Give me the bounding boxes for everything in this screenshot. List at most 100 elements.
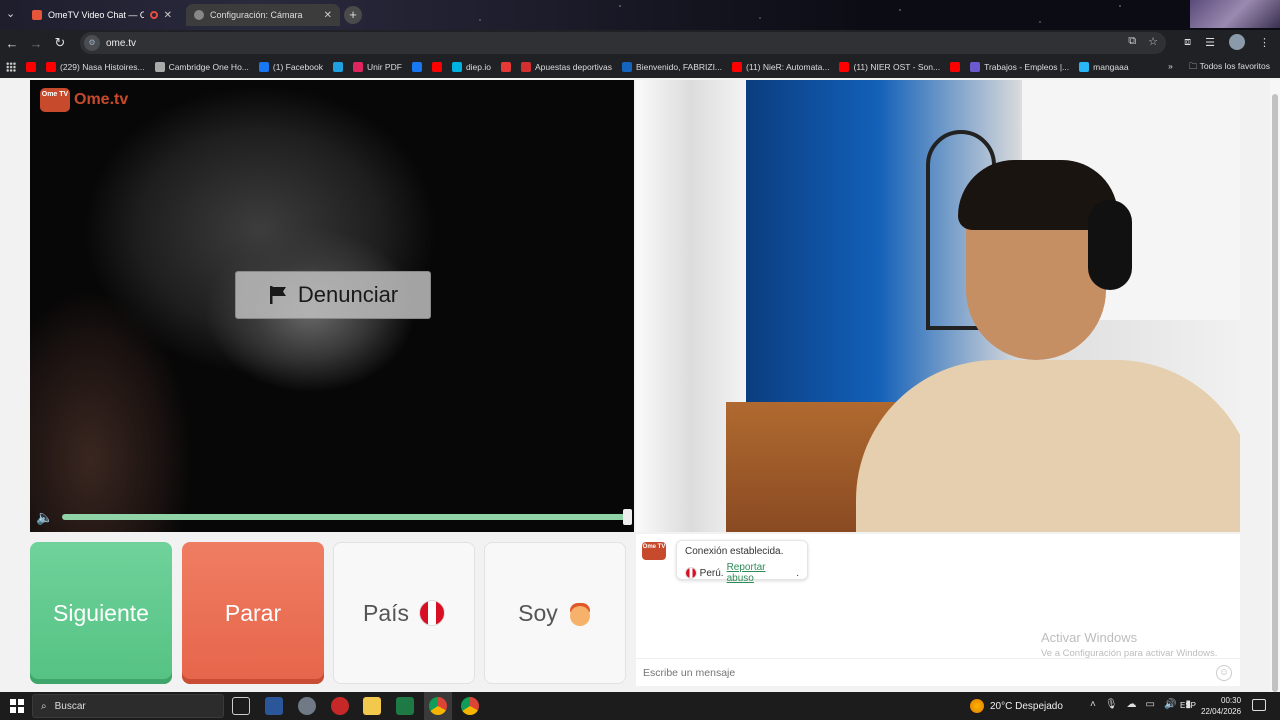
tab-title: Configuración: Cámara xyxy=(210,10,303,20)
chrome-profile-icon[interactable] xyxy=(461,697,479,715)
next-button[interactable]: Siguiente xyxy=(30,542,172,684)
bookmark-star-icon[interactable]: ☆ xyxy=(1148,35,1158,48)
scrollbar-thumb[interactable] xyxy=(1272,94,1278,692)
gender-select-button[interactable]: Soy xyxy=(484,542,626,684)
excel-icon[interactable] xyxy=(396,697,414,715)
youtube-icon xyxy=(26,62,36,72)
url-text[interactable]: ome.tv xyxy=(106,38,136,49)
partner-country: Perú. xyxy=(699,567,724,579)
stop-button[interactable]: Parar xyxy=(182,542,324,684)
back-arrow-icon[interactable]: ← xyxy=(0,36,24,51)
heart-icon xyxy=(352,62,363,72)
bookmark-item[interactable]: Bienvenido, FABRIZI... xyxy=(622,62,722,72)
bookmark-item[interactable]: (11) NieR: Automata... xyxy=(732,62,829,72)
youtube-icon xyxy=(431,62,442,72)
forward-arrow-icon[interactable]: → xyxy=(24,36,48,51)
new-tab-button[interactable]: + xyxy=(344,6,362,24)
tab-title: OmeTV Video Chat — Ome xyxy=(48,10,144,20)
message-input[interactable] xyxy=(636,658,1240,686)
all-favorites-label: Todos los favoritos xyxy=(1199,61,1270,71)
speaker-icon[interactable]: 🔈 xyxy=(36,509,54,526)
system-tray: ˄ 🎙 ☁ ▭ 🔊 ▮ xyxy=(1090,699,1191,710)
bookmark-item[interactable]: Cambridge One Ho... xyxy=(154,62,249,72)
ometv-favicon-icon xyxy=(32,10,42,20)
all-favorites-folder[interactable]: 🗀 Todos los favoritos xyxy=(1189,61,1270,75)
reading-list-icon[interactable]: ☰ xyxy=(1205,36,1215,49)
word-icon[interactable] xyxy=(265,697,283,715)
browser-toolbar: ← → ↻ ⚙ ome.tv ⧉ ☆ ⧈ ☰ ⋮ xyxy=(0,30,1280,56)
ometv-logo[interactable]: Ome TV Ome.tv xyxy=(40,88,128,112)
profile-avatar[interactable] xyxy=(1229,34,1245,50)
settings-favicon-icon xyxy=(194,10,204,20)
tab-ometv[interactable]: OmeTV Video Chat — Ome ✕ xyxy=(24,4,180,26)
tab-camera-settings[interactable]: Configuración: Cámara ✕ xyxy=(186,4,340,26)
taskbar-clock[interactable]: 00:30 22/04/2026 xyxy=(1201,695,1241,717)
bookmark-item[interactable]: diep.io xyxy=(451,62,491,72)
bookmark-item[interactable]: (1) Facebook xyxy=(258,62,323,72)
menu-kebab-icon[interactable]: ⋮ xyxy=(1259,36,1270,49)
extensions-icon[interactable]: ⧈ xyxy=(1184,36,1191,49)
cloud-icon[interactable]: ☁ xyxy=(1127,699,1137,710)
recorder-app-icon[interactable] xyxy=(331,697,349,715)
notification-icon[interactable] xyxy=(1252,699,1266,711)
emoji-icon[interactable]: ☺ xyxy=(1216,665,1232,681)
report-button[interactable]: Denunciar xyxy=(235,271,431,319)
report-abuse-link[interactable]: Reportar abuso xyxy=(727,562,794,584)
taskbar-search[interactable]: ⌕ Buscar xyxy=(32,694,224,718)
bookmark-item[interactable] xyxy=(411,62,422,72)
volume-icon[interactable]: 🔊 xyxy=(1164,699,1176,710)
volume-slider-handle[interactable] xyxy=(623,509,632,525)
site-info-icon[interactable]: ⚙ xyxy=(84,35,100,51)
stop-label: Parar xyxy=(224,599,282,626)
weather-widget[interactable]: 20°C Despejado xyxy=(970,699,1063,713)
bookmark-item[interactable]: mangaaa xyxy=(1079,62,1129,72)
chrome-icon[interactable] xyxy=(429,697,447,715)
a-icon xyxy=(622,62,633,72)
bookmark-item[interactable] xyxy=(26,62,36,72)
profile-background-thumbnail xyxy=(1190,0,1280,28)
tab-close-icon[interactable]: ✕ xyxy=(324,10,332,21)
network-icon[interactable]: ▭ xyxy=(1146,699,1155,710)
bookmarks-overflow-icon[interactable]: » xyxy=(1168,61,1173,75)
warning-icon xyxy=(501,62,511,72)
volume-slider[interactable] xyxy=(62,509,632,525)
page-scrollbar[interactable] xyxy=(1270,80,1280,692)
peru-flag-icon xyxy=(419,600,446,626)
youtube-icon xyxy=(732,62,743,72)
chevron-up-icon[interactable]: ˄ xyxy=(1090,699,1096,710)
bookmark-item[interactable]: (229) Nasa Histoires... xyxy=(46,62,145,72)
tab-search-chevron-icon[interactable]: ⌄ xyxy=(6,7,15,20)
bookmark-item[interactable] xyxy=(950,62,961,72)
bookmark-label: Cambridge One Ho... xyxy=(168,62,249,72)
video-person xyxy=(826,160,1240,532)
bookmark-item[interactable]: (11) NIER OST - Son... xyxy=(839,62,940,72)
apps-grid-icon[interactable] xyxy=(6,62,16,72)
tab-close-icon[interactable]: ✕ xyxy=(164,10,172,21)
windows-start-icon[interactable] xyxy=(10,699,24,713)
bookmark-label: Trabajos - Empleos |... xyxy=(984,62,1070,72)
bookmark-item[interactable] xyxy=(431,62,442,72)
bookmark-item[interactable] xyxy=(501,62,511,72)
globe-icon xyxy=(1079,62,1090,72)
address-bar[interactable]: ⚙ ome.tv ⧉ ☆ xyxy=(80,32,1166,54)
facebook-icon xyxy=(411,62,422,72)
task-view-icon[interactable] xyxy=(232,697,250,715)
bookmark-item[interactable]: Apuestas deportivas xyxy=(521,62,612,72)
bet-icon xyxy=(521,62,531,72)
bookmark-item[interactable]: Trabajos - Empleos |... xyxy=(970,62,1069,72)
search-icon: ⌕ xyxy=(41,700,47,712)
reload-icon[interactable]: ↻ xyxy=(48,35,72,51)
language-indicator[interactable]: ESP xyxy=(1180,701,1196,710)
watermark-title: Activar Windows xyxy=(1041,630,1138,645)
activate-windows-watermark: Activar Windows Ve a Configuración para … xyxy=(1041,630,1217,659)
country-filter-button[interactable]: País xyxy=(333,542,475,684)
file-explorer-icon[interactable] xyxy=(363,697,381,715)
edge-icon xyxy=(332,62,343,72)
bookmark-item[interactable]: Unir PDF xyxy=(352,62,402,72)
cast-icon[interactable]: ⧉ xyxy=(1128,35,1136,48)
microphone-icon[interactable]: 🎙 xyxy=(1105,699,1118,710)
helmet-app-icon[interactable] xyxy=(298,697,316,715)
report-label: Denunciar xyxy=(297,282,399,307)
bookmark-item[interactable] xyxy=(332,62,343,72)
stranger-video: Ome TV Ome.tv Denunciar 🔈 xyxy=(30,80,634,532)
